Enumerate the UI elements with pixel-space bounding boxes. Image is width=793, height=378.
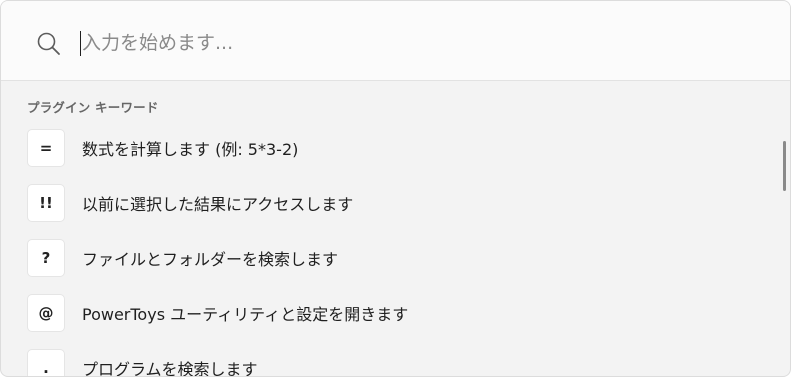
section-header: プラグイン キーワード: [27, 100, 159, 115]
list-item-file-search[interactable]: ? ファイルとフォルダーを検索します: [27, 238, 747, 278]
keyword-badge: =: [27, 129, 65, 167]
item-description: プログラムを検索します: [82, 360, 258, 377]
search-icon: [36, 31, 62, 57]
results-list: プラグイン キーワード = 数式を計算します (例: 5*3-2) !! 以前に…: [1, 81, 790, 377]
search-bar: [1, 1, 790, 81]
list-item-history[interactable]: !! 以前に選択した結果にアクセスします: [27, 183, 747, 223]
item-description: 数式を計算します (例: 5*3-2): [82, 140, 299, 159]
keyword-badge: ?: [27, 239, 65, 277]
list-item-powertoys[interactable]: @ PowerToys ユーティリティと設定を開きます: [27, 293, 747, 333]
search-input[interactable]: [78, 25, 718, 61]
item-description: 以前に選択した結果にアクセスします: [82, 195, 354, 214]
keyword-badge: .: [27, 349, 65, 376]
keyword-badge: !!: [27, 184, 65, 222]
item-description: PowerToys ユーティリティと設定を開きます: [82, 305, 409, 324]
item-description: ファイルとフォルダーを検索します: [82, 250, 339, 269]
list-item-calculator[interactable]: = 数式を計算します (例: 5*3-2): [27, 128, 747, 168]
scrollbar[interactable]: [783, 141, 786, 191]
launcher-window: プラグイン キーワード = 数式を計算します (例: 5*3-2) !! 以前に…: [0, 0, 791, 377]
text-caret: [80, 31, 81, 56]
list-item-program-search[interactable]: . プログラムを検索します: [27, 348, 747, 377]
keyword-badge: @: [27, 294, 65, 332]
